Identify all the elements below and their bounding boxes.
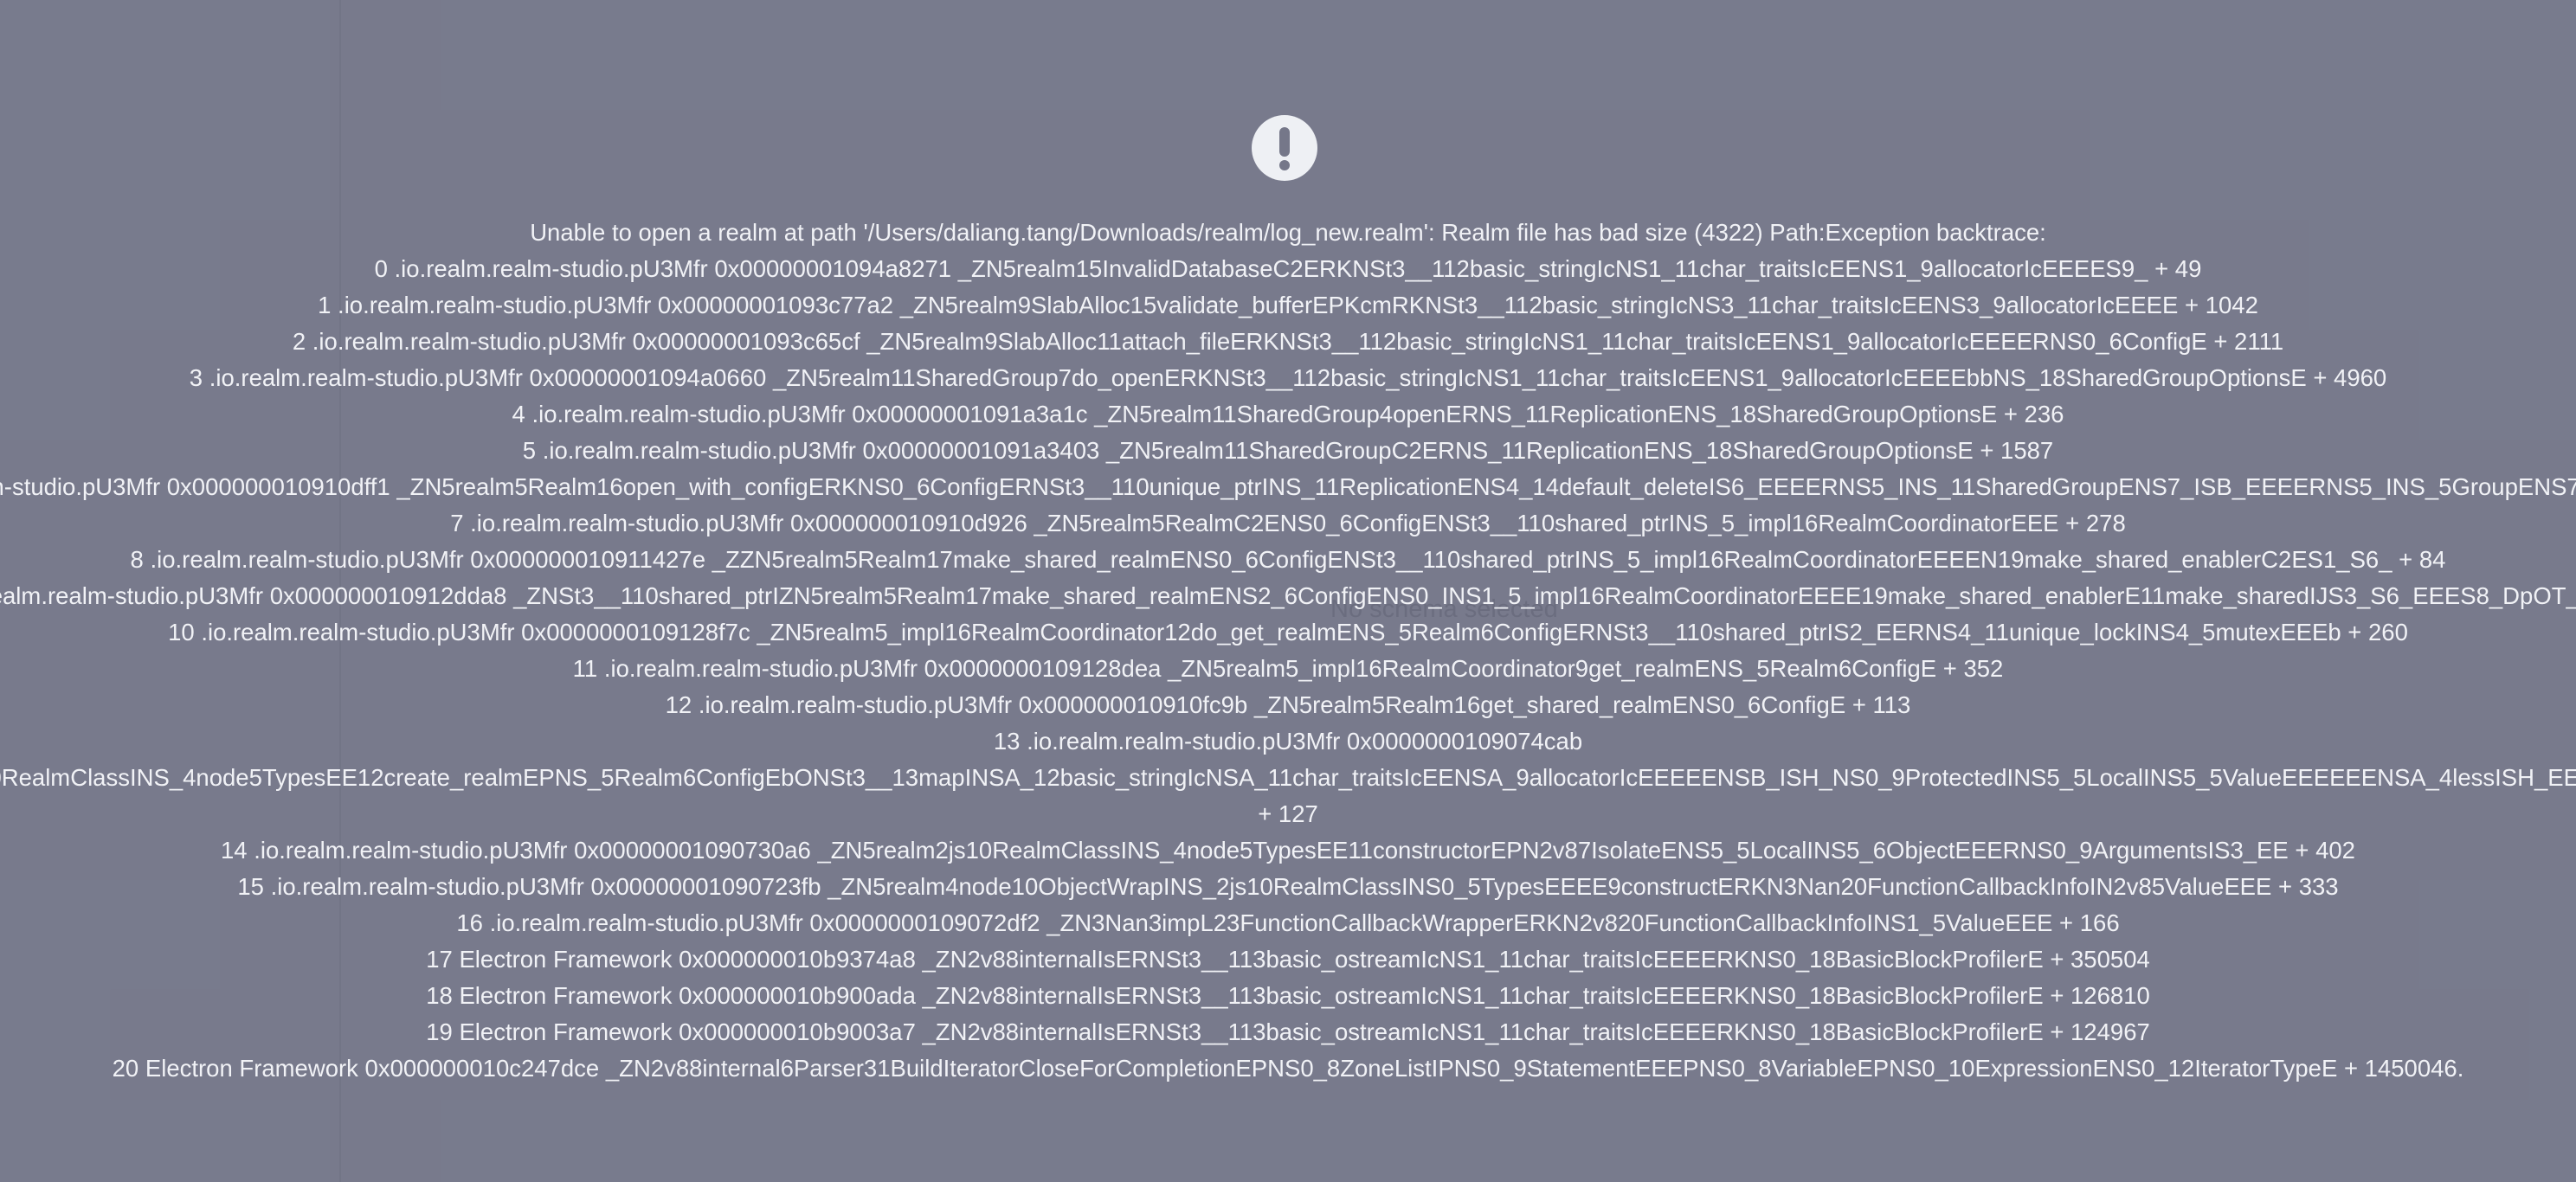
backtrace-line: 16 .io.realm.realm-studio.pU3Mfr 0x00000… <box>456 909 2120 936</box>
backtrace-line: + 127 <box>1258 800 1318 827</box>
backtrace-line: 6 .io.realm.realm-studio.pU3Mfr 0x000000… <box>0 473 2576 500</box>
backtrace-line: 7 .io.realm.realm-studio.pU3Mfr 0x000000… <box>450 510 2126 536</box>
backtrace-line: 5 .io.realm.realm-studio.pU3Mfr 0x000000… <box>522 437 2054 464</box>
backtrace-line: 3 .io.realm.realm-studio.pU3Mfr 0x000000… <box>189 364 2387 391</box>
backtrace-line: 2 .io.realm.realm-studio.pU3Mfr 0x000000… <box>292 328 2284 355</box>
backtrace-line: 9 .io.realm.realm-studio.pU3Mfr 0x000000… <box>0 582 2576 609</box>
error-overlay: Unable to open a realm at path '/Users/d… <box>0 0 2576 1182</box>
error-title: Unable to open a realm at path '/Users/d… <box>530 219 2046 246</box>
backtrace-line: 19 Electron Framework 0x000000010b9003a7… <box>426 1018 2150 1045</box>
backtrace-line: 4 .io.realm.realm-studio.pU3Mfr 0x000000… <box>512 401 2064 427</box>
backtrace-line: _ZN5realm2js10RealmClassINS_4node5TypesE… <box>0 764 2576 791</box>
backtrace-line: 17 Electron Framework 0x000000010b9374a8… <box>426 946 2150 973</box>
backtrace-line: 13 .io.realm.realm-studio.pU3Mfr 0x00000… <box>993 728 1583 755</box>
backtrace-line: 10 .io.realm.realm-studio.pU3Mfr 0x00000… <box>168 619 2408 646</box>
exclamation-circle-icon <box>1252 115 1317 181</box>
error-message: Unable to open a realm at path '/Users/d… <box>0 215 2576 1087</box>
backtrace-line: 15 .io.realm.realm-studio.pU3Mfr 0x00000… <box>237 873 2339 900</box>
backtrace-line: 11 .io.realm.realm-studio.pU3Mfr 0x00000… <box>572 655 2004 682</box>
backtrace-line: 20 Electron Framework 0x000000010c247dce… <box>112 1055 2464 1082</box>
backtrace-line: 14 .io.realm.realm-studio.pU3Mfr 0x00000… <box>221 837 2355 864</box>
backtrace-line: 12 .io.realm.realm-studio.pU3Mfr 0x00000… <box>665 691 1911 718</box>
backtrace-line: 1 .io.realm.realm-studio.pU3Mfr 0x000000… <box>318 292 2258 318</box>
backtrace-line: 8 .io.realm.realm-studio.pU3Mfr 0x000000… <box>130 546 2446 573</box>
backtrace-line: 0 .io.realm.realm-studio.pU3Mfr 0x000000… <box>374 255 2202 282</box>
realm-studio-window: No schema selected Unable to open a real… <box>0 0 2576 1182</box>
backtrace-line: 18 Electron Framework 0x000000010b900ada… <box>426 982 2150 1009</box>
